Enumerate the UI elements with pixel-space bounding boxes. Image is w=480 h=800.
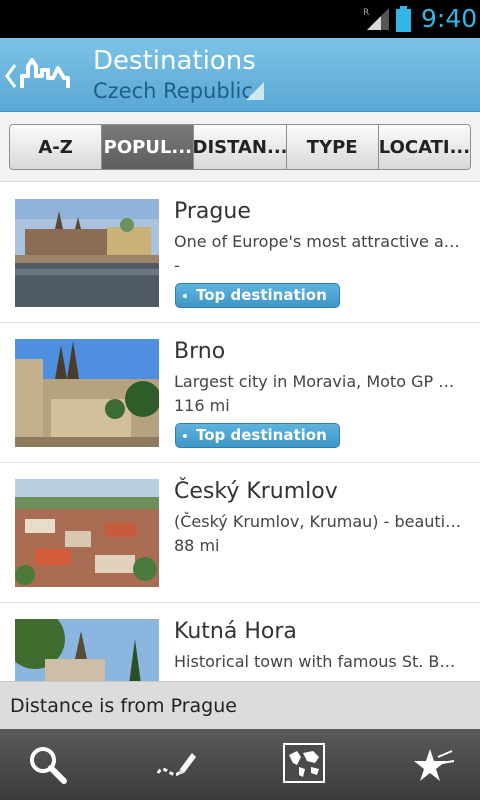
dropdown-triangle-icon[interactable] bbox=[246, 82, 264, 100]
sort-tabs: A-Z POPUL... DISTAN... TYPE LOCATI... bbox=[9, 124, 471, 170]
destination-list[interactable]: Prague One of Europe's most attractive a… bbox=[0, 183, 480, 681]
action-bar: Destinations Czech Republic bbox=[0, 38, 480, 112]
kutna-hora-thumbnail bbox=[15, 619, 159, 681]
svg-text:R: R bbox=[363, 8, 369, 18]
status-bar: R 9:40 bbox=[0, 0, 480, 38]
destination-distance: 116 mi bbox=[174, 396, 230, 415]
top-destination-badge: Top destination bbox=[175, 423, 340, 448]
chevron-left-icon[interactable] bbox=[4, 62, 18, 90]
destination-distance: 88 mi bbox=[174, 536, 220, 555]
destination-description: One of Europe's most attractive an... bbox=[174, 232, 464, 251]
destination-name: Brno bbox=[174, 339, 226, 364]
page-title: Destinations bbox=[93, 46, 256, 76]
distance-note: Distance is from Prague bbox=[0, 681, 480, 729]
destination-name: Kutná Hora bbox=[174, 619, 297, 644]
top-destination-badge: Top destination bbox=[175, 283, 340, 308]
tab-distance[interactable]: DISTAN... bbox=[194, 125, 287, 169]
destination-description: Largest city in Moravia, Moto GP G... bbox=[174, 372, 464, 391]
list-item[interactable]: Český Krumlov (Český Krumlov, Krumau) - … bbox=[0, 463, 480, 603]
list-item[interactable]: Kutná Hora Historical town with famous S… bbox=[0, 603, 480, 681]
tab-location[interactable]: LOCATI... bbox=[378, 125, 470, 169]
destination-name: Prague bbox=[174, 199, 251, 224]
clock: 9:40 bbox=[421, 4, 478, 33]
battery-icon bbox=[396, 6, 411, 32]
tab-type[interactable]: TYPE bbox=[286, 125, 379, 169]
destination-description: (Český Krumlov, Krumau) - beautif... bbox=[174, 512, 464, 531]
list-item[interactable]: Prague One of Europe's most attractive a… bbox=[0, 183, 480, 323]
draw-route-icon[interactable] bbox=[154, 743, 198, 787]
country-selector[interactable]: Czech Republic bbox=[93, 78, 253, 104]
brno-thumbnail bbox=[15, 339, 159, 447]
skyline-logo-icon[interactable] bbox=[20, 56, 70, 94]
tab-a-z[interactable]: A-Z bbox=[10, 125, 103, 169]
bottom-bar bbox=[0, 729, 480, 800]
prague-thumbnail bbox=[15, 199, 159, 307]
world-map-icon[interactable] bbox=[283, 743, 325, 783]
list-item[interactable]: Brno Largest city in Moravia, Moto GP G.… bbox=[0, 323, 480, 463]
tab-popularity[interactable]: POPUL... bbox=[102, 125, 195, 169]
favorites-icon[interactable] bbox=[412, 743, 456, 787]
sort-tabs-bar: A-Z POPUL... DISTAN... TYPE LOCATI... bbox=[0, 112, 480, 182]
search-icon[interactable] bbox=[26, 743, 70, 787]
destination-distance: - bbox=[174, 256, 180, 275]
cesky-krumlov-thumbnail bbox=[15, 479, 159, 587]
destination-description: Historical town with famous St. Ba... bbox=[174, 652, 464, 671]
destination-name: Český Krumlov bbox=[174, 479, 338, 504]
signal-icon: R bbox=[363, 8, 389, 30]
